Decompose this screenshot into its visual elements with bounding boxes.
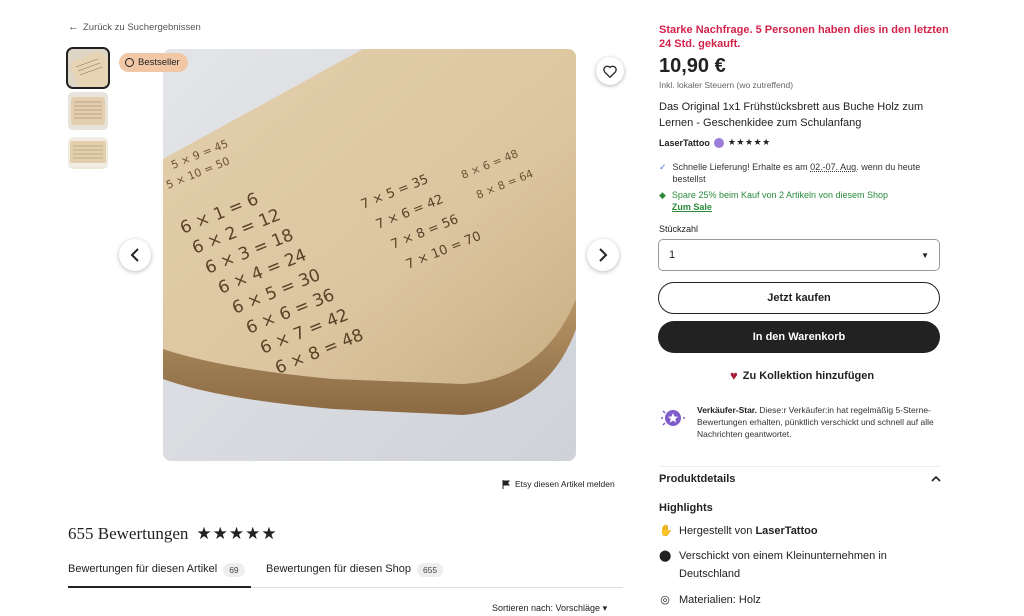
highlight-materials-text: Materialien: Holz	[679, 594, 761, 606]
shop-name[interactable]: LaserTattoo	[659, 138, 710, 148]
buy-now-button[interactable]: Jetzt kaufen	[658, 282, 940, 314]
thumbnail-1-image	[68, 49, 108, 87]
chevron-left-icon	[130, 248, 139, 262]
shop-rating-stars: ★★★★★	[727, 137, 771, 147]
shipping-date: 02.-07. Aug.	[810, 162, 859, 172]
thumbnail-3[interactable]	[68, 137, 108, 169]
flag-icon	[502, 479, 510, 489]
arrow-left-icon: ←	[68, 21, 79, 33]
highlight-made-shop[interactable]: LaserTattoo	[755, 525, 817, 537]
highlight-made-by-text: Hergestellt von LaserTattoo	[679, 522, 818, 540]
chevron-right-icon	[599, 248, 608, 262]
thumbnail-2-image	[68, 92, 108, 130]
heart-outline-icon	[603, 65, 617, 78]
demand-notice: Starke Nachfrage. 5 Personen haben dies …	[659, 24, 949, 50]
add-to-collection-label: Zu Kollektion hinzufügen	[742, 369, 875, 382]
star-seller-text: Verkäufer-Star. Diese:r Verkäufer:in hat…	[697, 404, 944, 440]
chevron-up-icon	[931, 475, 941, 482]
tab-shop-reviews-count: 655	[416, 563, 444, 577]
materials-icon: ◎	[660, 594, 670, 606]
star-seller-icon	[659, 404, 687, 432]
add-to-cart-button[interactable]: In den Warenkorb	[658, 321, 940, 353]
previous-image-button[interactable]	[119, 239, 151, 271]
caret-down-icon: ▼	[921, 250, 929, 260]
product-image: 6 × 1 = 6 6 × 2 = 12 6 × 3 = 18 6 × 4 = …	[163, 49, 576, 461]
shipping-info: ✓ Schnelle Lieferung! Erhalte es am 02.-…	[659, 161, 944, 185]
bestseller-badge: Bestseller	[119, 53, 188, 72]
sale-text: Spare 25% beim Kauf von 2 Artikeln von d…	[671, 190, 889, 200]
highlights-title: Highlights	[659, 502, 713, 514]
rating-stars: ★★★★★	[196, 524, 278, 543]
hand-wave-icon: ✋	[659, 525, 673, 537]
tab-item-reviews[interactable]: Bewertungen für diesen Artikel 69	[68, 560, 251, 588]
check-icon: ✓	[659, 162, 667, 172]
product-details-title: Produktdetails	[659, 472, 736, 485]
reviews-count: 655 Bewertungen	[68, 524, 189, 543]
product-details-toggle[interactable]: Produktdetails	[659, 466, 941, 490]
sale-info: ◆ Spare 25% beim Kauf von 2 Artikeln von…	[659, 189, 888, 213]
favorite-button[interactable]	[596, 57, 624, 85]
star-seller-title: Verkäufer-Star.	[697, 405, 758, 415]
tab-item-reviews-count: 69	[223, 563, 245, 577]
thumbnail-3-image	[68, 137, 108, 167]
thumbnail-1[interactable]	[66, 47, 110, 89]
tag-icon: ◆	[659, 190, 666, 200]
highlight-shipping: ⬤ Verschickt von einem Kleinunternehmen …	[659, 547, 909, 583]
product-title: Das Original 1x1 Frühstücksbrett aus Buc…	[659, 101, 924, 129]
location-pin-icon: ⬤	[659, 550, 672, 562]
next-image-button[interactable]	[587, 239, 619, 271]
star-seller-info: Verkäufer-Star. Diese:r Verkäufer:in hat…	[659, 404, 944, 440]
star-seller-badge-icon	[713, 137, 724, 148]
heart-filled-icon: ♥	[730, 368, 738, 383]
price: 10,90 €	[659, 55, 726, 77]
shop-info[interactable]: LaserTattoo ★★★★★	[659, 137, 771, 148]
quantity-label: Stückzahl	[659, 224, 699, 234]
sale-link[interactable]: Zum Sale	[672, 201, 888, 213]
wooden-board-picture: 6 × 1 = 6 6 × 2 = 12 6 × 3 = 18 6 × 4 = …	[163, 49, 576, 461]
bestseller-label: Bestseller	[138, 57, 180, 68]
back-link-label: Zurück zu Suchergebnissen	[83, 21, 201, 33]
report-item-link[interactable]: Etsy diesen Artikel melden	[502, 479, 615, 489]
tab-shop-reviews[interactable]: Bewertungen für diesen Shop 655	[266, 560, 444, 588]
highlight-materials: ◎ Materialien: Holz	[659, 591, 939, 609]
tax-note: Inkl. lokaler Steuern (wo zutreffend)	[659, 80, 794, 90]
add-to-collection-button[interactable]: ♥ Zu Kollektion hinzufügen	[730, 368, 874, 383]
reviews-heading: 655 Bewertungen ★★★★★	[68, 524, 278, 544]
shipping-text-a: Schnelle Lieferung! Erhalte es am	[672, 162, 811, 172]
highlight-made-by: ✋ Hergestellt von LaserTattoo	[659, 522, 939, 540]
tab-item-reviews-label: Bewertungen für diesen Artikel	[68, 563, 218, 575]
thumbnail-2[interactable]	[68, 92, 108, 130]
reviews-tabs: Bewertungen für diesen Artikel 69 Bewert…	[68, 560, 623, 588]
sort-dropdown[interactable]: Sortieren nach: Vorschläge ▾	[492, 603, 607, 614]
shipping-text: Schnelle Lieferung! Erhalte es am 02.-07…	[673, 161, 944, 185]
tab-shop-reviews-label: Bewertungen für diesen Shop	[266, 563, 411, 575]
quantity-select[interactable]: 1 ▼	[658, 239, 940, 271]
highlight-made-label: Hergestellt von	[679, 525, 756, 537]
highlight-shipping-text: Verschickt von einem Kleinunternehmen in…	[679, 550, 887, 580]
report-label: Etsy diesen Artikel melden	[515, 479, 615, 489]
award-icon	[125, 58, 134, 67]
sale-text-wrap: Spare 25% beim Kauf von 2 Artikeln von d…	[672, 189, 888, 213]
quantity-value: 1	[669, 249, 676, 261]
back-to-results-link[interactable]: ← Zurück zu Suchergebnissen	[68, 21, 201, 33]
